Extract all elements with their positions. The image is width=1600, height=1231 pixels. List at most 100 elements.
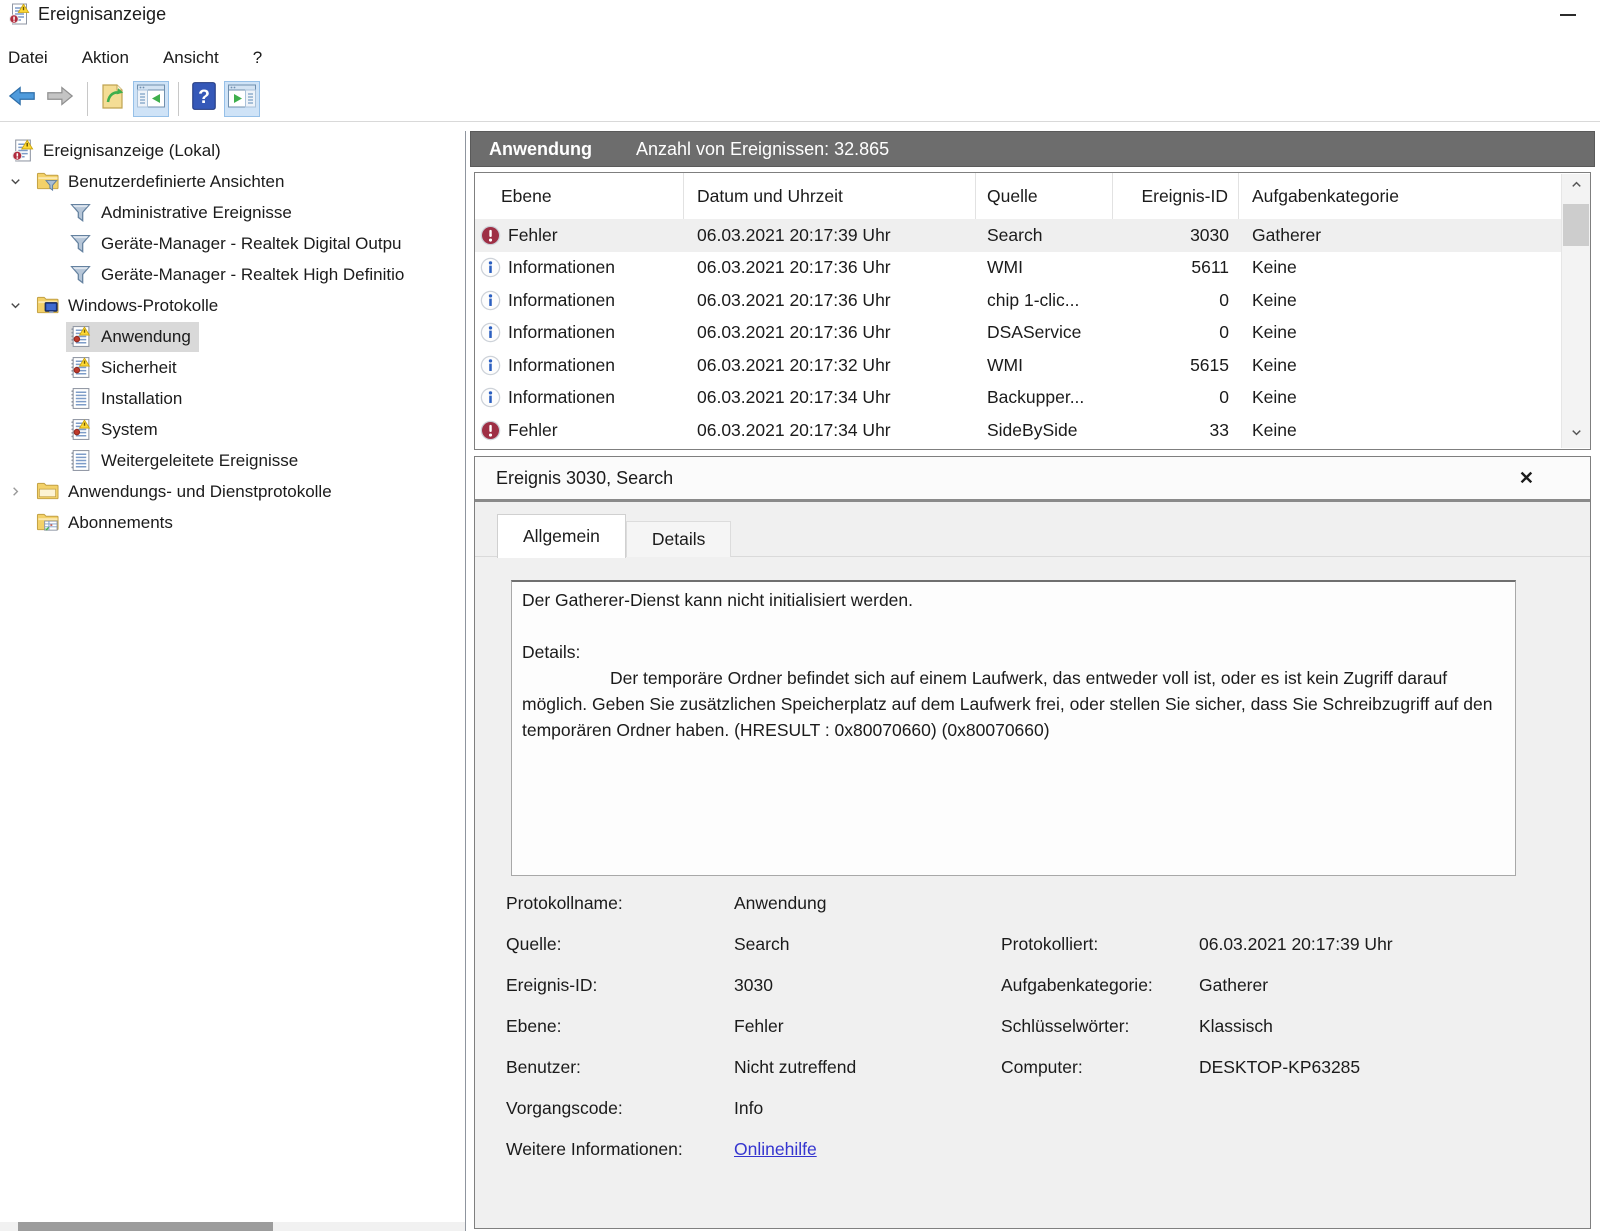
table-body: Fehler 06.03.2021 20:17:39 Uhr Search 3030 G…	[475, 219, 1562, 447]
field-label: Computer:	[1001, 1057, 1083, 1077]
help-button[interactable]: ?	[186, 81, 222, 117]
toggle-console-tree-button[interactable]	[133, 80, 169, 117]
log-header-bar: Anwendung Anzahl von Ereignissen: 32.865	[470, 131, 1595, 167]
open-saved-log-button[interactable]	[95, 81, 131, 117]
cell-level: Fehler	[508, 419, 558, 440]
forward-arrow-icon	[45, 83, 75, 114]
cell-event-id: 0	[1219, 387, 1229, 408]
tree-item-anwendungs-und-dienstprotokolle[interactable]: Anwendungs- und Dienstprotokolle	[0, 476, 465, 507]
table-row-event-5611[interactable]: Informationen 06.03.2021 20:17:36 Uhr WMI 5…	[475, 252, 1562, 285]
log-title: Anwendung	[489, 138, 592, 159]
field-value: Nicht zutreffend	[734, 1057, 857, 1077]
table-row-event-0[interactable]: Informationen 06.03.2021 20:17:36 Uhr DSAS…	[475, 317, 1562, 350]
chevron-down-icon[interactable]	[8, 174, 33, 190]
cell-date: 06.03.2021 20:17:36 Uhr	[697, 322, 891, 343]
help-question-icon: ?	[189, 81, 219, 116]
svg-text:?: ?	[198, 87, 210, 108]
tree-item-label: Installation	[101, 388, 183, 408]
online-help-link[interactable]: Onlinehilfe	[734, 1139, 817, 1160]
tree-item-label: Weitergeleitete Ereignisse	[101, 450, 299, 470]
scrollbar-thumb[interactable]	[1563, 204, 1589, 246]
field-label: Ebene:	[506, 1016, 562, 1036]
tree-horizontal-scrollbar[interactable]	[0, 1222, 465, 1231]
menu-datei[interactable]: Datei	[8, 44, 60, 72]
cell-event-id: 5615	[1190, 354, 1229, 375]
cell-date: 06.03.2021 20:17:36 Uhr	[697, 289, 891, 310]
menu-aktion[interactable]: Aktion	[82, 44, 141, 72]
tree-item-label: Administrative Ereignisse	[101, 202, 292, 222]
main-pane: Anwendung Anzahl von Ereignissen: 32.865…	[470, 131, 1595, 1231]
table-row-event-3030[interactable]: Fehler 06.03.2021 20:17:39 Uhr Search 3030 G…	[475, 219, 1562, 252]
close-details-button[interactable]: ✕	[1519, 466, 1534, 490]
tree-item-installation[interactable]: Installation	[0, 383, 465, 414]
details-separator	[475, 499, 1590, 502]
toggle-action-pane-button[interactable]	[224, 80, 260, 117]
field-row-aufgabenkategorie: Aufgabenkategorie: Gatherer	[1001, 972, 1576, 1013]
toolbar-separator	[87, 81, 88, 116]
tree-item-administrative-ereignisse[interactable]: Administrative Ereignisse	[0, 197, 465, 228]
folder-icon	[35, 480, 59, 504]
minimize-button[interactable]	[1556, 6, 1580, 24]
log-alert-icon	[68, 356, 92, 380]
tree-item-sicherheit[interactable]: Sicherheit	[0, 352, 465, 383]
cell-date: 06.03.2021 20:17:36 Uhr	[697, 257, 891, 278]
table-row-event-0[interactable]: Informationen 06.03.2021 20:17:34 Uhr Back…	[475, 382, 1562, 415]
menu-hilfe[interactable]: ?	[253, 44, 274, 72]
chevron-down-icon[interactable]	[8, 298, 33, 314]
event-details-pane: Ereignis 3030, Search ✕ Der Gatherer-Die…	[474, 456, 1591, 1229]
tree-item-anwendung[interactable]: Anwendung	[0, 321, 465, 352]
cell-event-id: 0	[1219, 322, 1229, 343]
tree-item-label: Sicherheit	[101, 357, 177, 377]
event-count: Anzahl von Ereignissen: 32.865	[635, 138, 890, 159]
message-body: Der temporäre Ordner befindet sich auf e…	[522, 668, 1493, 740]
back-button[interactable]	[4, 81, 40, 117]
table-row-event-5615[interactable]: Informationen 06.03.2021 20:17:32 Uhr WMI 5…	[475, 349, 1562, 382]
scroll-down-icon[interactable]	[1562, 422, 1590, 448]
chevron-right-icon[interactable]	[8, 484, 33, 500]
field-row-ereignis-id: Ereignis-ID: 3030	[506, 972, 986, 1013]
field-value: Gatherer	[1199, 975, 1269, 995]
column-header-aufgabenkategorie[interactable]: Aufgabenkategorie	[1239, 173, 1562, 219]
toolbar-separator	[178, 81, 179, 116]
tree-item-system[interactable]: System	[0, 414, 465, 445]
message-line1: Der Gatherer-Dienst kann nicht initialis…	[522, 590, 913, 610]
details-header: Ereignis 3030, Search ✕	[475, 457, 1590, 499]
column-header-datum[interactable]: Datum und Uhrzeit	[684, 173, 976, 219]
folder-filter-icon	[35, 170, 59, 194]
field-label: Protokolliert:	[1001, 934, 1099, 954]
cell-source: SideBySide	[987, 419, 1078, 440]
table-row-event-0[interactable]: Informationen 06.03.2021 20:17:36 Uhr chip…	[475, 284, 1562, 317]
table-header-row: Ebene Datum und Uhrzeit Quelle Ereignis-…	[475, 173, 1562, 219]
menu-ansicht[interactable]: Ansicht	[163, 44, 231, 72]
table-row-event-33[interactable]: Fehler 06.03.2021 20:17:34 Uhr SideBySide 3…	[475, 414, 1562, 447]
tree-item-abonnements[interactable]: Abonnements	[0, 507, 465, 538]
cell-source: DSAService	[987, 322, 1082, 343]
tab-allgemein[interactable]: Allgemein	[497, 514, 626, 558]
tree-item-windows-protokolle[interactable]: Windows-Protokolle	[0, 290, 465, 321]
event-viewer-app-icon	[8, 3, 30, 25]
scrollbar-thumb[interactable]	[18, 1222, 273, 1231]
scroll-up-icon[interactable]	[1562, 174, 1590, 200]
field-value: Info	[734, 1098, 764, 1118]
field-row-schlüsselwörter: Schlüsselwörter: Klassisch	[1001, 1013, 1576, 1054]
tree-item-label: Windows-Protokolle	[68, 295, 219, 315]
field-row-quelle: Quelle: Search	[506, 931, 986, 972]
tab-details[interactable]: Details	[625, 521, 732, 557]
field-label: Protokollname:	[506, 893, 623, 913]
column-header-ereignis-id[interactable]: Ereignis-ID	[1113, 173, 1239, 219]
field-value: DESKTOP-KP63285	[1199, 1057, 1361, 1077]
column-header-quelle[interactable]: Quelle	[976, 173, 1113, 219]
tree-item-geräte-manager-realtek-digital-outpu[interactable]: Geräte-Manager - Realtek Digital Outpu	[0, 228, 465, 259]
tree-item-ereignisanzeige-lokal[interactable]: Ereignisanzeige (Lokal)	[0, 135, 465, 166]
cell-event-id: 5611	[1191, 257, 1229, 278]
tree-item-weitergeleitete-ereignisse[interactable]: Weitergeleitete Ereignisse	[0, 445, 465, 476]
field-value: Search	[734, 934, 790, 954]
table-vertical-scrollbar[interactable]	[1561, 174, 1590, 448]
column-header-ebene[interactable]: Ebene	[475, 173, 684, 219]
event-message-box[interactable]: Der Gatherer-Dienst kann nicht initialis…	[511, 580, 1516, 876]
tree-item-geräte-manager-realtek-high-definitio[interactable]: Geräte-Manager - Realtek High Definitio	[0, 259, 465, 290]
forward-button[interactable]	[42, 81, 78, 117]
tree-item-benutzerdefinierte-ansichten[interactable]: Benutzerdefinierte Ansichten	[0, 166, 465, 197]
cell-event-id: 3030	[1190, 224, 1229, 245]
tab-content-area: Der Gatherer-Dienst kann nicht initialis…	[475, 556, 1590, 1228]
